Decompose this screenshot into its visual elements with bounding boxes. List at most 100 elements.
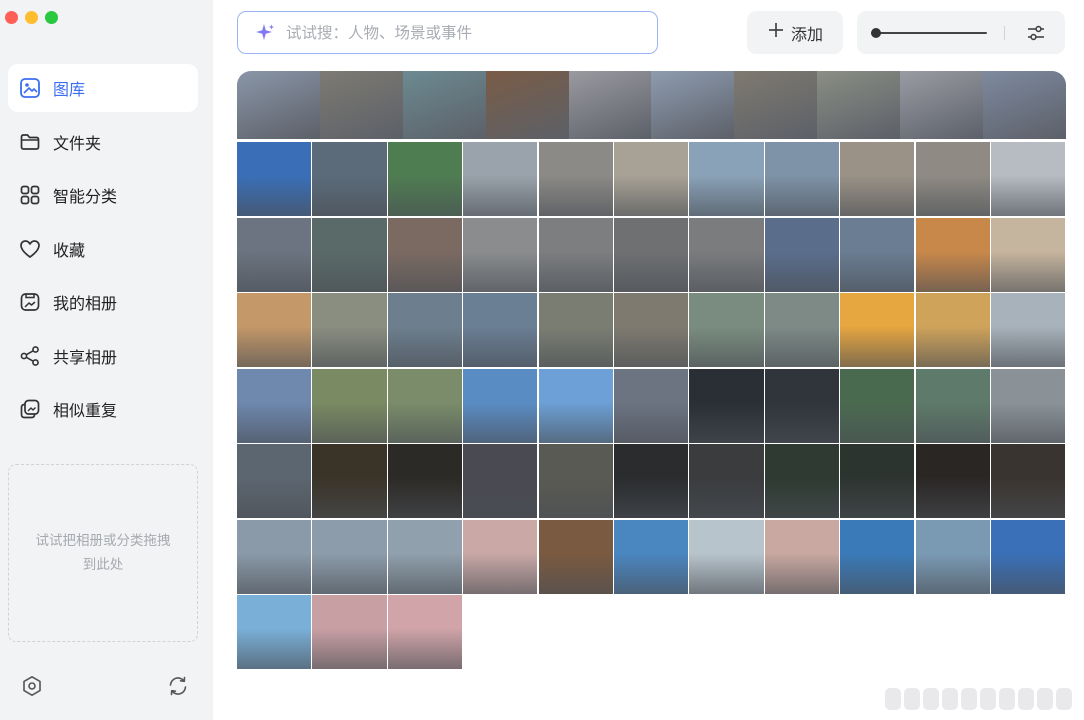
photo-thumbnail[interactable] (764, 293, 839, 368)
photo-thumbnail[interactable] (312, 217, 387, 292)
photo-thumbnail[interactable] (319, 71, 403, 139)
photo-thumbnail[interactable] (991, 142, 1066, 217)
photo-thumbnail[interactable] (991, 519, 1066, 594)
photo-thumbnail[interactable] (402, 71, 486, 139)
settings-icon[interactable] (20, 674, 44, 698)
photo-thumbnail[interactable] (764, 217, 839, 292)
photo-thumbnail[interactable] (991, 217, 1066, 292)
sidebar-item-label: 相似重复 (53, 401, 118, 420)
photo-thumbnail[interactable] (614, 217, 689, 292)
sidebar-item-gallery[interactable]: 图库 (8, 64, 198, 112)
photo-thumbnail[interactable] (991, 293, 1066, 368)
photo-thumbnail[interactable] (764, 142, 839, 217)
photo-thumbnail[interactable] (312, 444, 387, 519)
filter-settings-icon[interactable] (1025, 22, 1047, 44)
photo-thumbnail[interactable] (237, 595, 312, 670)
photo-thumbnail[interactable] (689, 519, 764, 594)
toolbar-divider (1004, 25, 1005, 40)
photo-thumbnail[interactable] (689, 368, 764, 443)
photo-thumbnail[interactable] (915, 293, 990, 368)
photo-thumbnail[interactable] (764, 444, 839, 519)
photo-thumbnail[interactable] (463, 293, 538, 368)
photo-thumbnail[interactable] (915, 217, 990, 292)
sync-icon[interactable] (166, 674, 190, 698)
photo-thumbnail[interactable] (237, 217, 312, 292)
photo-thumbnail[interactable] (991, 368, 1066, 443)
photo-thumbnail[interactable] (915, 519, 990, 594)
photo-thumbnail[interactable] (312, 293, 387, 368)
close-window-button[interactable] (5, 11, 18, 24)
photo-thumbnail[interactable] (387, 444, 462, 519)
photo-thumbnail[interactable] (614, 519, 689, 594)
photo-thumbnail[interactable] (387, 142, 462, 217)
photo-thumbnail[interactable] (463, 519, 538, 594)
photo-thumbnail[interactable] (614, 142, 689, 217)
photo-thumbnail[interactable] (764, 519, 839, 594)
photo-thumbnail[interactable] (237, 368, 312, 443)
photo-thumbnail[interactable] (312, 142, 387, 217)
photo-thumbnail[interactable] (387, 519, 462, 594)
photo-thumbnail[interactable] (312, 519, 387, 594)
photo-thumbnail[interactable] (237, 519, 312, 594)
photo-thumbnail[interactable] (387, 217, 462, 292)
photo-thumbnail[interactable] (840, 293, 915, 368)
photo-thumbnail[interactable] (237, 293, 312, 368)
photo-thumbnail[interactable] (915, 142, 990, 217)
photo-thumbnail[interactable] (983, 71, 1066, 139)
photo-thumbnail[interactable] (614, 293, 689, 368)
sidebar-item-smart-category[interactable]: 智能分类 (8, 171, 198, 219)
photo-thumbnail[interactable] (840, 217, 915, 292)
photo-thumbnail[interactable] (840, 142, 915, 217)
photo-thumbnail[interactable] (463, 142, 538, 217)
sidebar-item-folder[interactable]: 文件夹 (8, 118, 198, 166)
search-input[interactable] (286, 23, 626, 42)
minimize-window-button[interactable] (25, 11, 38, 24)
photo-thumbnail[interactable] (817, 71, 901, 139)
sidebar-item-similar-duplicates[interactable]: 相似重复 (8, 385, 198, 433)
photo-thumbnail[interactable] (614, 444, 689, 519)
photo-thumbnail[interactable] (237, 71, 320, 139)
sidebar-item-shared-albums[interactable]: 共享相册 (8, 332, 198, 380)
sidebar-item-my-albums[interactable]: 我的相册 (8, 278, 198, 326)
photo-thumbnail[interactable] (538, 519, 613, 594)
photo-thumbnail[interactable] (237, 142, 312, 217)
photo-thumbnail[interactable] (651, 71, 735, 139)
slider-handle[interactable] (871, 27, 881, 38)
photo-thumbnail[interactable] (991, 444, 1066, 519)
photo-thumbnail[interactable] (734, 71, 818, 139)
thumbnail-size-slider[interactable] (871, 23, 987, 43)
photo-thumbnail[interactable] (387, 368, 462, 443)
photo-thumbnail[interactable] (387, 595, 462, 670)
photo-thumbnail[interactable] (538, 142, 613, 217)
photo-thumbnail[interactable] (538, 217, 613, 292)
photo-thumbnail[interactable] (538, 293, 613, 368)
photo-thumbnail[interactable] (312, 368, 387, 443)
photo-thumbnail[interactable] (463, 368, 538, 443)
photo-thumbnail[interactable] (538, 444, 613, 519)
photo-thumbnail[interactable] (614, 368, 689, 443)
photo-thumbnail[interactable] (840, 368, 915, 443)
maximize-window-button[interactable] (45, 11, 58, 24)
photo-thumbnail[interactable] (840, 444, 915, 519)
photo-thumbnail[interactable] (312, 595, 387, 670)
photo-thumbnail[interactable] (915, 368, 990, 443)
photo-thumbnail[interactable] (485, 71, 569, 139)
photo-thumbnail[interactable] (463, 217, 538, 292)
photo-thumbnail[interactable] (900, 71, 984, 139)
photo-thumbnail[interactable] (568, 71, 652, 139)
photo-thumbnail[interactable] (387, 293, 462, 368)
photo-thumbnail[interactable] (689, 444, 764, 519)
add-button[interactable]: 添加 (747, 11, 843, 54)
search-bar[interactable] (237, 11, 658, 54)
photo-thumbnail[interactable] (840, 519, 915, 594)
photo-thumbnail[interactable] (689, 142, 764, 217)
photo-thumbnail[interactable] (689, 217, 764, 292)
photo-thumbnail[interactable] (915, 444, 990, 519)
photo-thumbnail[interactable] (463, 444, 538, 519)
photo-thumbnail[interactable] (764, 368, 839, 443)
sidebar-item-favorites[interactable]: 收藏 (8, 225, 198, 273)
photo-thumbnail[interactable] (237, 444, 312, 519)
album-drop-zone[interactable]: 试试把相册或分类拖拽到此处 (8, 464, 198, 642)
photo-thumbnail[interactable] (538, 368, 613, 443)
photo-thumbnail[interactable] (689, 293, 764, 368)
